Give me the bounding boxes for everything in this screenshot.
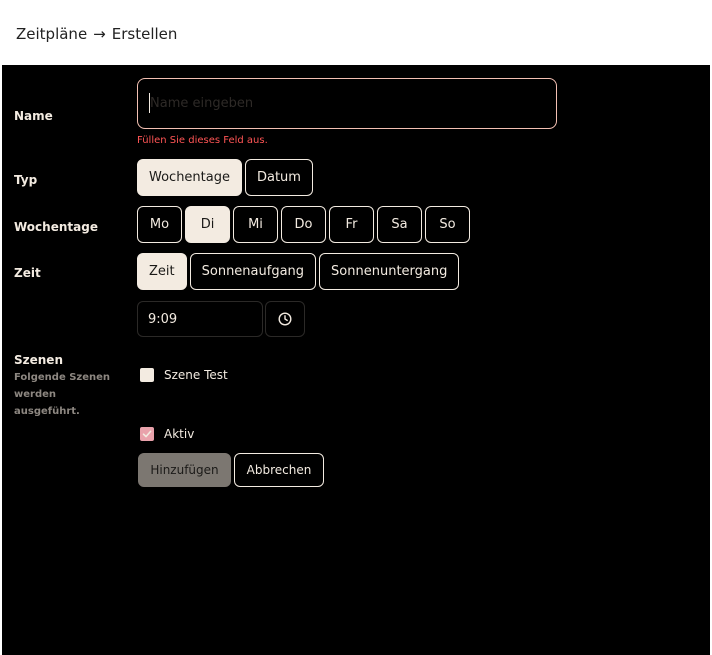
checkmark-icon (142, 430, 152, 438)
time-mode-sonnenaufgang[interactable]: Sonnenaufgang (189, 253, 317, 290)
active-label: Aktiv (164, 427, 195, 441)
weekday-mo[interactable]: Mo (137, 206, 182, 243)
time-value: 9:09 (148, 311, 178, 327)
type-label: Typ (14, 173, 38, 187)
breadcrumb-parent[interactable]: Zeitpläne (16, 25, 87, 43)
type-option-datum[interactable]: Datum (244, 159, 313, 196)
breadcrumb-current: Erstellen (111, 25, 178, 43)
time-mode-zeit[interactable]: Zeit (137, 253, 187, 290)
weekday-options: Mo Di Mi Do Fr Sa So (137, 206, 470, 243)
weekday-sa[interactable]: Sa (377, 206, 422, 243)
scenes-label: Szenen (14, 353, 63, 367)
scene-checkbox[interactable] (140, 368, 154, 382)
weekday-fr[interactable]: Fr (329, 206, 374, 243)
breadcrumb: Zeitpläne → Erstellen (16, 24, 177, 44)
weekday-di[interactable]: Di (185, 206, 230, 243)
scene-label: Szene Test (164, 368, 228, 382)
text-caret (149, 93, 150, 113)
breadcrumb-separator: → (93, 25, 106, 43)
cancel-button[interactable]: Abbrechen (234, 453, 324, 487)
scene-item[interactable]: Szene Test (140, 368, 228, 382)
type-options: Wochentage Datum (137, 159, 313, 196)
name-label: Name (14, 109, 53, 123)
clock-icon (278, 312, 292, 326)
time-label: Zeit (14, 266, 41, 280)
scenes-description: Folgende Szenen werden ausgeführt. (14, 372, 111, 417)
type-option-wochentage[interactable]: Wochentage (137, 159, 242, 196)
time-mode-options: Zeit Sonnenaufgang Sonnenuntergang (137, 253, 460, 290)
weekdays-label: Wochentage (14, 220, 98, 234)
time-input[interactable]: 9:09 (137, 301, 263, 337)
name-error-message: Füllen Sie dieses Feld aus. (137, 135, 268, 146)
time-picker-button[interactable] (265, 301, 305, 337)
active-toggle[interactable]: Aktiv (140, 427, 194, 441)
time-mode-sonnenuntergang[interactable]: Sonnenuntergang (319, 253, 460, 290)
add-button[interactable]: Hinzufügen (138, 453, 231, 487)
name-input[interactable] (137, 78, 557, 129)
active-checkbox[interactable] (140, 427, 154, 441)
weekday-so[interactable]: So (425, 206, 470, 243)
schedule-form-panel: Name Füllen Sie dieses Feld aus. Typ Woc… (2, 65, 710, 655)
weekday-do[interactable]: Do (281, 206, 326, 243)
weekday-mi[interactable]: Mi (233, 206, 278, 243)
